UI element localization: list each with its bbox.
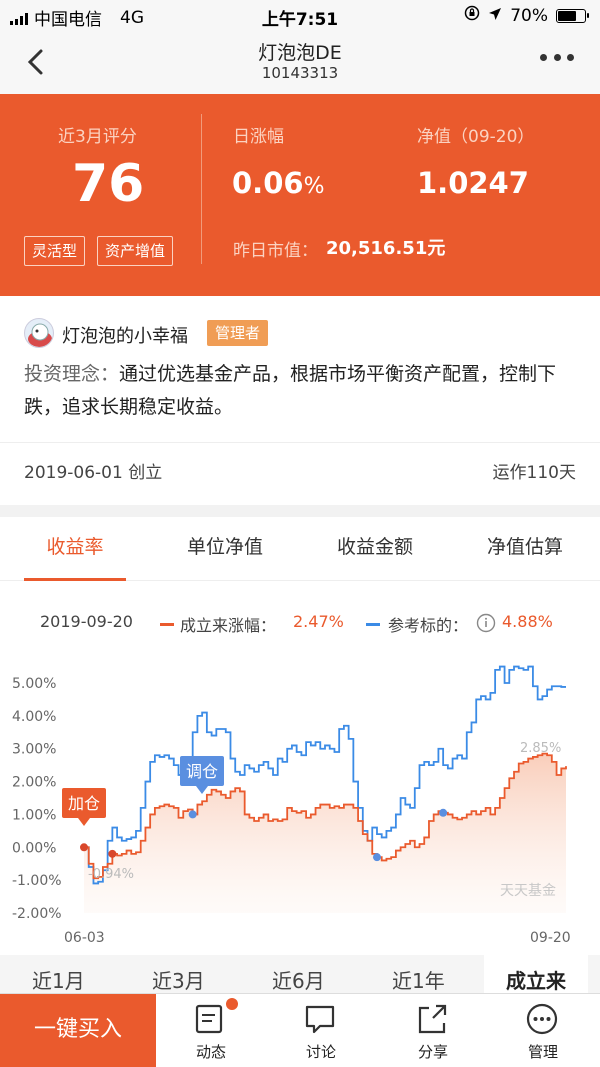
- manage-label: 管理: [527, 1043, 558, 1061]
- period-selector: 近1月 近3月 近6月 近1年 成立来: [0, 955, 600, 995]
- watermark: 天天基金: [500, 882, 556, 899]
- discuss-label: 讨论: [305, 1043, 336, 1061]
- info-icon[interactable]: [476, 613, 496, 637]
- legend-swatch-benchmark: [366, 623, 380, 626]
- score-value: 76: [72, 154, 145, 214]
- tab-return-rate[interactable]: 收益率: [0, 517, 150, 581]
- max-value-label: 2.85%: [520, 741, 561, 756]
- svg-text:加仓: 加仓: [68, 794, 100, 813]
- legend-benchmark-label: 参考标的：: [388, 616, 469, 635]
- share-label: 分享: [417, 1043, 448, 1061]
- y-tick-label: 3.00%: [12, 742, 56, 758]
- founded-date: 2019-06-01 创立: [24, 463, 163, 483]
- share-button[interactable]: 分享: [378, 994, 488, 1067]
- legend-fund-label: 成立来涨幅：: [180, 616, 277, 635]
- manager-badge: 管理者: [207, 320, 269, 346]
- divider: [201, 114, 202, 264]
- battery-icon: [556, 8, 589, 23]
- y-tick-label: -1.00%: [12, 873, 62, 889]
- tag-type[interactable]: 灵活型: [24, 236, 86, 266]
- y-tick-label: 5.00%: [12, 676, 56, 692]
- chart-tabs: 收益率 单位净值 收益金额 净值估算: [0, 517, 600, 581]
- y-tick-label: 2.00%: [12, 775, 56, 791]
- y-tick-label: -2.00%: [12, 906, 62, 922]
- fund-code: 10143313: [261, 64, 339, 82]
- buy-marker[interactable]: 加仓: [62, 788, 106, 826]
- period-3m[interactable]: 近3月: [152, 965, 205, 994]
- tab-unit-nav[interactable]: 单位净值: [150, 517, 300, 580]
- buy-point[interactable]: [80, 843, 88, 852]
- investment-philosophy: 投资理念：通过优选基金产品，根据市场平衡资产配置，控制下跌，追求长期稳定收益。: [24, 363, 557, 418]
- period-1m[interactable]: 近1月: [32, 965, 85, 994]
- battery-percent: 70%: [510, 5, 548, 26]
- y-tick-label: 1.00%: [12, 807, 56, 823]
- y-tick-label: 4.00%: [12, 709, 56, 725]
- page-title: 灯泡泡DE: [258, 42, 342, 64]
- adjust-point[interactable]: [439, 808, 448, 817]
- adjust-point[interactable]: [372, 853, 381, 862]
- running-days: 运作110天: [492, 463, 576, 483]
- svg-text:调仓: 调仓: [186, 762, 218, 781]
- min-value-label: -0.94%: [88, 867, 134, 882]
- x-tick-label: 06-03: [64, 930, 105, 946]
- legend-benchmark-value: 4.88%: [502, 612, 553, 631]
- bottom-bar: 一键买入 动态 讨论 分享 管理: [0, 993, 600, 1067]
- market-value-label: 昨日市值：: [233, 241, 318, 261]
- nav-bar: 灯泡泡DE 10143313: [0, 32, 600, 94]
- dynamics-label: 动态: [195, 1043, 226, 1061]
- manage-button[interactable]: 管理: [488, 994, 598, 1067]
- more-button[interactable]: [540, 54, 574, 66]
- daily-change-label: 日涨幅: [233, 127, 284, 147]
- notification-dot: [226, 998, 238, 1010]
- adjust-point[interactable]: [188, 810, 197, 819]
- market-value: 20,516.51元: [326, 238, 446, 259]
- score-label: 近3月评分: [58, 127, 137, 147]
- location-icon: [488, 6, 502, 26]
- section-gap: [0, 505, 600, 517]
- more-icon: [540, 54, 547, 61]
- divider: [0, 442, 600, 443]
- fund-summary: 近3月评分 76 灵活型 资产增值 日涨幅 0.06% 净值（09-20） 1.…: [0, 94, 600, 296]
- tab-return-amount[interactable]: 收益金额: [300, 517, 450, 580]
- legend-fund-value: 2.47%: [293, 612, 344, 631]
- legend-date: 2019-09-20: [40, 612, 133, 631]
- tab-nav-estimate[interactable]: 净值估算: [450, 517, 600, 580]
- y-tick-label: 0.00%: [12, 840, 56, 856]
- return-chart[interactable]: 5.00% 4.00% 3.00% 2.00% 1.00% 0.00% -1.00% -2.0…: [0, 640, 600, 952]
- manager-section: 灯泡泡的小幸福 管理者 投资理念：通过优选基金产品，根据市场平衡资产配置，控制下…: [0, 296, 600, 442]
- status-bar: 中国电信 4G 上午7:51 70%: [0, 0, 600, 32]
- legend-swatch-fund: [160, 623, 174, 626]
- chat-icon: [305, 1005, 335, 1034]
- news-icon: [195, 1004, 223, 1034]
- dynamics-button[interactable]: 动态: [156, 994, 266, 1067]
- daily-change-value: 0.06%: [232, 166, 325, 200]
- buy-point[interactable]: [108, 849, 117, 858]
- lock-rotation-icon: [464, 5, 480, 26]
- nav-value: 1.0247: [417, 166, 529, 200]
- buy-button[interactable]: 一键买入: [0, 994, 156, 1067]
- period-since-inception[interactable]: 成立来: [484, 955, 588, 995]
- share-icon: [418, 1004, 447, 1034]
- avatar[interactable]: [24, 318, 54, 348]
- adjust-marker[interactable]: 调仓: [180, 756, 224, 794]
- period-6m[interactable]: 近6月: [272, 965, 325, 994]
- nav-label: 净值（09-20）: [417, 127, 535, 147]
- x-tick-label: 09-20: [530, 930, 571, 946]
- manager-name[interactable]: 灯泡泡的小幸福: [62, 322, 188, 348]
- fund-area: [84, 753, 566, 913]
- period-1y[interactable]: 近1年: [392, 965, 445, 994]
- tag-goal[interactable]: 资产增值: [97, 236, 174, 266]
- discuss-button[interactable]: 讨论: [266, 994, 376, 1067]
- more-circle-icon: [526, 1003, 558, 1035]
- chart-legend: 2019-09-20 成立来涨幅： 2.47% 参考标的： 4.88%: [0, 608, 600, 638]
